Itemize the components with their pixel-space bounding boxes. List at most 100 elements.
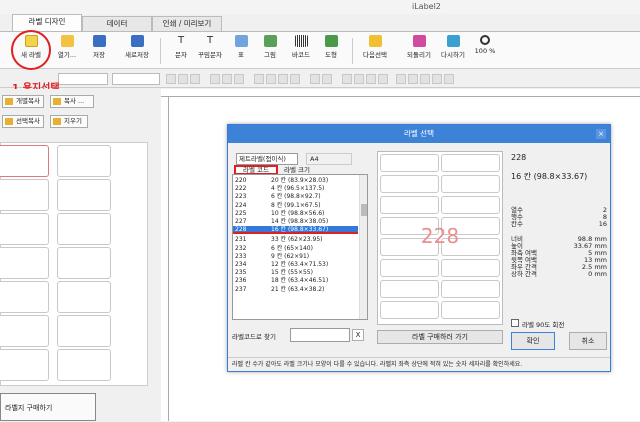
list-scrollbar[interactable]: [359, 175, 367, 319]
table-icon: [234, 35, 248, 47]
row-desc: 9 칸 (62×91): [271, 252, 310, 260]
label-cell[interactable]: [0, 281, 49, 313]
row-desc: 12 칸 (63.4×71.53): [271, 261, 329, 268]
format-button[interactable]: [378, 74, 388, 84]
next-select-button[interactable]: 다음선택: [358, 35, 392, 67]
copy-selected-text: 선택복사: [16, 117, 40, 125]
list-item[interactable]: 232 6 칸 (65×140): [233, 245, 358, 253]
erase-button[interactable]: 지우기: [50, 115, 88, 128]
list-item[interactable]: 227 14 칸 (98.8×38.05): [233, 218, 358, 226]
format-button[interactable]: [222, 74, 232, 84]
tab-print-preview[interactable]: 인쇄 / 미리보기: [152, 16, 222, 31]
save-icon: [92, 35, 106, 47]
save-as-icon: [130, 35, 144, 47]
label-cell[interactable]: [57, 281, 111, 313]
row-desc: 33 칸 (62×23.95): [271, 236, 323, 244]
format-button[interactable]: [234, 74, 244, 84]
format-button[interactable]: [210, 74, 220, 84]
tab-data[interactable]: 데이터: [82, 16, 152, 31]
format-button[interactable]: [420, 74, 430, 84]
preview-code-watermark: 228: [420, 224, 460, 248]
label-cell[interactable]: [0, 349, 49, 381]
close-icon[interactable]: ×: [596, 129, 606, 139]
format-button[interactable]: [408, 74, 418, 84]
list-item[interactable]: 237 21 칸 (63.4×38.2): [233, 286, 358, 294]
format-button[interactable]: [178, 74, 188, 84]
label-cell[interactable]: [0, 315, 49, 347]
redo-icon: [446, 35, 460, 47]
ok-button[interactable]: 확인: [511, 332, 555, 350]
spec-row: 열수 2: [511, 207, 607, 214]
cancel-button[interactable]: 취소: [569, 332, 607, 350]
info-summary: 16 칸 (98.8×33.67): [511, 172, 588, 181]
list-item[interactable]: 233 9 칸 (62×91): [233, 253, 358, 261]
tab-label-design[interactable]: 라벨 디자인: [12, 14, 82, 31]
format-button[interactable]: [444, 74, 454, 84]
arrow-right-icon: [368, 35, 382, 47]
list-item[interactable]: 234 12 칸 (63.4×71.53): [233, 261, 358, 269]
label-cell[interactable]: [57, 247, 111, 279]
format-button[interactable]: [190, 74, 200, 84]
format-button[interactable]: [396, 74, 406, 84]
rotate-label: 라벨 90도 회전: [522, 321, 565, 329]
label-code-search-input[interactable]: [290, 328, 350, 342]
font-select[interactable]: [58, 73, 108, 85]
list-item[interactable]: 225 10 칸 (98.8×56.6): [233, 210, 358, 218]
scrollbar-thumb[interactable]: [361, 204, 367, 216]
copy-button[interactable]: 복사 ...: [50, 95, 94, 108]
format-button[interactable]: [354, 74, 364, 84]
buy-label-button[interactable]: 라벨지 구매하기: [0, 393, 96, 421]
row-desc: 6 칸 (65×140): [271, 244, 313, 252]
buy-label-link-button[interactable]: 라벨 구매하러 가기: [377, 330, 503, 344]
row-desc: 21 칸 (63.4×38.2): [271, 285, 325, 293]
label-cell[interactable]: [57, 315, 111, 347]
save-as-button[interactable]: 새로저장: [120, 35, 154, 67]
label-cell[interactable]: [0, 179, 49, 211]
row-code: 223: [235, 193, 247, 201]
search-clear-button[interactable]: X: [352, 329, 364, 341]
format-button[interactable]: [166, 74, 176, 84]
list-item[interactable]: 223 6 칸 (98.8×92.7): [233, 193, 358, 201]
zoom-button[interactable]: 100 %: [468, 35, 502, 67]
row-code: 225: [235, 209, 247, 217]
list-item-selected[interactable]: 228 16 칸 (98.8×33.67): [233, 226, 358, 235]
row-code: 232: [235, 244, 247, 252]
copy-each-button[interactable]: 개별복사: [2, 95, 44, 108]
copy-selected-button[interactable]: 선택복사: [2, 115, 44, 128]
label-cell[interactable]: [57, 213, 111, 245]
font-size-select[interactable]: [112, 73, 160, 85]
label-cell[interactable]: [0, 213, 49, 245]
label-sheet-thumbnail: [0, 142, 148, 386]
format-button[interactable]: [266, 74, 276, 84]
label-code-list[interactable]: 220 20 칸 (83.9×28.03) 222 4 칸 (96.5×137.5)…: [232, 174, 368, 320]
list-item[interactable]: 231 33 칸 (62×23.95): [233, 236, 358, 244]
label-cell[interactable]: [57, 145, 111, 177]
label-brand-select[interactable]: 제트라벨(접이식): [236, 153, 298, 165]
format-button[interactable]: [290, 74, 300, 84]
row-desc: 18 칸 (63.4×46.51): [271, 277, 329, 285]
label-cell[interactable]: [57, 179, 111, 211]
label-preview: 228: [377, 151, 503, 325]
format-button[interactable]: [310, 74, 320, 84]
list-item[interactable]: 236 18 칸 (63.4×46.51): [233, 277, 358, 285]
list-item[interactable]: 220 20 칸 (83.9×28.03): [233, 177, 358, 185]
format-button[interactable]: [254, 74, 264, 84]
label-cell[interactable]: [0, 247, 49, 279]
format-button[interactable]: [366, 74, 376, 84]
label-cell[interactable]: [57, 349, 111, 381]
label-cell[interactable]: [0, 145, 49, 177]
format-button[interactable]: [432, 74, 442, 84]
preview-cell: [380, 301, 439, 319]
preview-cell: [380, 154, 439, 172]
spec-table: 열수 2 행수 8 칸수 16 너비 98.8 mm 높이 33.67 mm 좌측 여백 5…: [511, 207, 607, 278]
ruler-horizontal: [161, 89, 640, 97]
format-button[interactable]: [322, 74, 332, 84]
shape-button[interactable]: 도형: [314, 35, 348, 67]
format-button[interactable]: [342, 74, 352, 84]
image-icon: [263, 35, 277, 47]
format-button[interactable]: [278, 74, 288, 84]
rotate-checkbox[interactable]: [511, 319, 519, 327]
copy-each-text: 개별복사: [16, 97, 40, 105]
ruler-vertical: [161, 97, 169, 421]
list-item[interactable]: 224 8 칸 (99.1×67.5): [233, 202, 358, 210]
